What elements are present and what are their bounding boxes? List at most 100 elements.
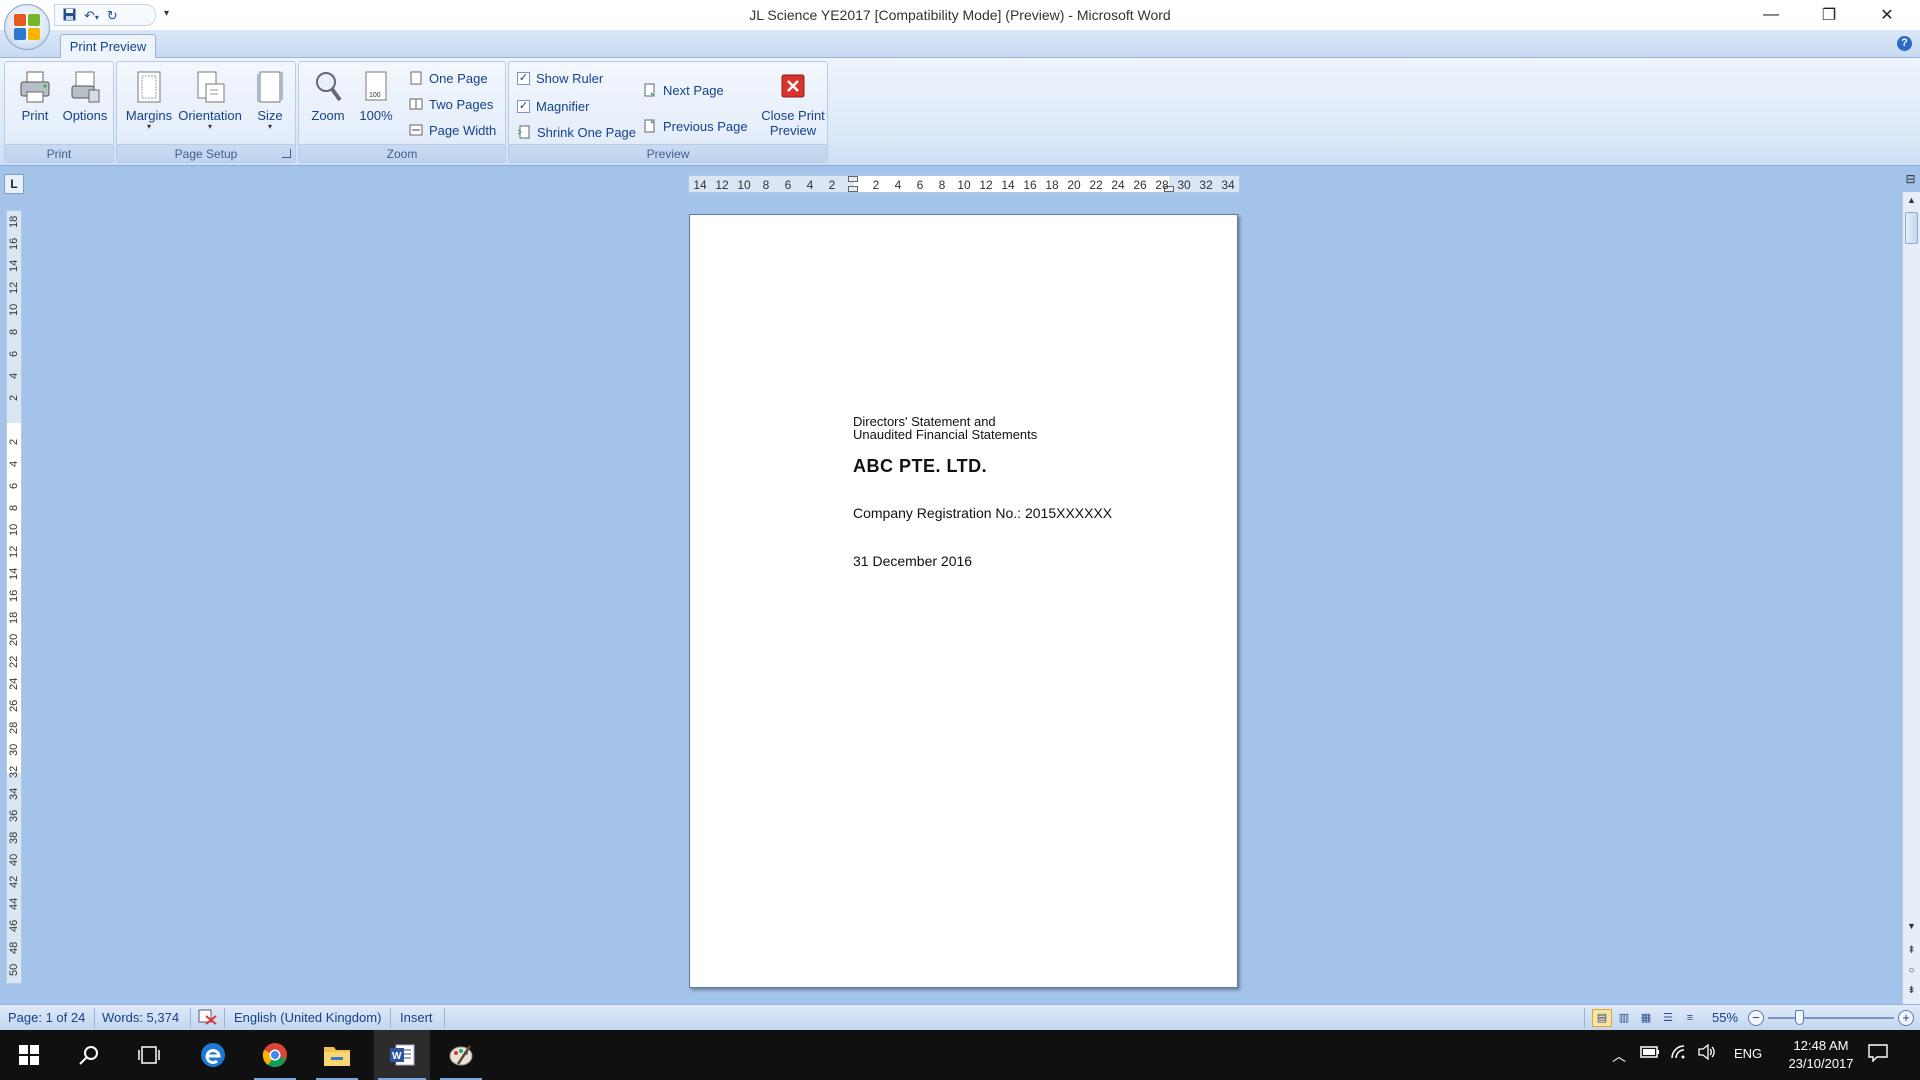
ruler-tick-label: 16 <box>1023 178 1037 192</box>
vertical-ruler-tick-label: 34 <box>8 787 20 801</box>
wifi-icon[interactable] <box>1670 1044 1688 1063</box>
word-count[interactable]: Words: 5,374 <box>102 1010 179 1025</box>
one-page-button[interactable]: One Page <box>409 68 488 88</box>
close-window-button[interactable]: ✕ <box>1858 0 1916 30</box>
web-layout-button[interactable]: ▦ <box>1636 1009 1656 1027</box>
close-print-preview-button[interactable]: Close Print Preview <box>759 68 827 140</box>
help-icon[interactable]: ? <box>1897 36 1912 51</box>
zoom-100-button[interactable]: 100 100% <box>353 68 399 140</box>
vertical-ruler-tick-label: 16 <box>8 589 20 603</box>
windows-taskbar: W ︿ ENG 12:48 AM 23/10/2017 <box>0 1030 1920 1080</box>
ribbon: Print Options Print Margins ▾ Orientatio… <box>0 58 1920 166</box>
ruler-tick-label: 12 <box>715 178 729 192</box>
print-options-button[interactable]: Options <box>57 68 113 140</box>
zoom-group-label: Zoom <box>299 144 505 162</box>
show-ruler-check-icon: ✓ <box>517 71 530 85</box>
scroll-thumb[interactable] <box>1905 212 1918 244</box>
page-count[interactable]: Page: 1 of 24 <box>8 1010 85 1025</box>
zoom-level[interactable]: 55% <box>1712 1010 1738 1025</box>
ruler-tick-label: 6 <box>916 178 924 192</box>
vertical-ruler-tick-label: 16 <box>8 237 20 251</box>
document-page[interactable]: Directors' Statement and Unaudited Finan… <box>689 214 1238 988</box>
search-button[interactable] <box>64 1030 114 1080</box>
restore-button[interactable]: ❐ <box>1800 0 1858 30</box>
first-line-indent-marker[interactable] <box>848 176 858 182</box>
previous-page-browse-icon[interactable]: ⇞ <box>1903 942 1920 960</box>
chrome-app[interactable] <box>250 1030 300 1080</box>
margins-button[interactable]: Margins ▾ <box>120 68 178 140</box>
action-center-icon[interactable] <box>1868 1044 1888 1065</box>
size-button[interactable]: Size ▾ <box>247 68 293 140</box>
shrink-one-page-button[interactable]: Shrink One Page <box>517 122 636 142</box>
zoom-out-icon[interactable]: − <box>1748 1010 1764 1026</box>
full-screen-reading-button[interactable]: ▥ <box>1614 1009 1634 1027</box>
minimize-button[interactable]: — <box>1742 0 1800 30</box>
ruler-tick-label: 26 <box>1133 178 1147 192</box>
language-indicator[interactable]: English (United Kingdom) <box>234 1010 381 1025</box>
start-button[interactable] <box>4 1030 54 1080</box>
paint-app[interactable] <box>436 1030 486 1080</box>
ruler-tick-label: 28 <box>1155 178 1169 192</box>
battery-icon[interactable] <box>1640 1045 1660 1062</box>
doc-date: 31 December 2016 <box>853 553 973 569</box>
insert-mode-indicator[interactable]: Insert <box>400 1010 433 1025</box>
show-hidden-icons-icon[interactable]: ︿ <box>1612 1046 1626 1066</box>
outline-view-button[interactable]: ☰ <box>1658 1009 1678 1027</box>
zoom-button[interactable]: Zoom <box>303 68 353 140</box>
proofing-icon[interactable] <box>198 1008 218 1029</box>
print-layout-view-button[interactable]: ▤ <box>1592 1009 1612 1027</box>
draft-view-button[interactable]: ≡ <box>1680 1009 1700 1027</box>
select-browse-object-icon[interactable]: ○ <box>1903 962 1920 980</box>
vertical-ruler-tick-label: 42 <box>8 875 20 889</box>
next-page-button[interactable]: Next Page <box>643 80 724 100</box>
print-group-label: Print <box>5 144 113 162</box>
print-button[interactable]: Print <box>7 68 63 140</box>
printer-icon <box>19 70 51 104</box>
vertical-scrollbar[interactable]: ▲ ▼ ⇞ ○ ⇟ <box>1902 192 1920 1004</box>
hanging-indent-marker[interactable] <box>848 186 858 192</box>
tab-print-preview[interactable]: Print Preview <box>60 34 156 59</box>
page-setup-group: Margins ▾ Orientation ▾ Size ▾ Page Setu… <box>116 61 296 163</box>
close-preview-icon <box>777 70 809 104</box>
preview-group-label: Preview <box>509 144 827 162</box>
vertical-ruler-tick-label: 32 <box>8 765 20 779</box>
zoom-in-icon[interactable]: + <box>1898 1010 1914 1026</box>
office-button[interactable] <box>4 4 50 50</box>
magnifier-checkbox[interactable]: ✓ Magnifier <box>517 96 589 116</box>
edge-app[interactable] <box>188 1030 238 1080</box>
vertical-ruler[interactable]: 18 16 14 12 10 8 6 4 2 2 4 6 8 10 12 14 16 18 20 22 24 26 28 30… <box>6 210 22 984</box>
ruler-tick-label: 18 <box>1045 178 1059 192</box>
vertical-ruler-tick-label: 18 <box>8 611 20 625</box>
orientation-button[interactable]: Orientation ▾ <box>173 68 247 140</box>
page-size-icon <box>254 70 286 104</box>
volume-icon[interactable] <box>1698 1043 1716 1063</box>
word-app[interactable]: W <box>374 1030 430 1080</box>
scroll-down-icon[interactable]: ▼ <box>1903 918 1920 935</box>
show-ruler-checkbox[interactable]: ✓ Show Ruler <box>517 68 603 88</box>
search-icon <box>79 1046 98 1065</box>
print-group: Print Options Print <box>4 61 114 163</box>
doc-company-name: ABC PTE. LTD. <box>853 456 988 476</box>
page-setup-launcher-icon[interactable] <box>282 149 291 158</box>
next-page-browse-icon[interactable]: ⇟ <box>1903 982 1920 1000</box>
ruler-tick-label: 32 <box>1199 178 1213 192</box>
zoom-slider-track[interactable] <box>1768 1017 1894 1019</box>
two-pages-button[interactable]: Two Pages <box>409 94 493 114</box>
zoom-slider-thumb[interactable] <box>1794 1010 1804 1025</box>
windows-logo-icon <box>19 1045 39 1065</box>
paint-palette-icon <box>449 1045 473 1066</box>
page-width-button[interactable]: Page Width <box>409 120 496 140</box>
vertical-ruler-tick-label: 2 <box>8 394 20 402</box>
scroll-up-icon[interactable]: ▲ <box>1903 192 1920 209</box>
file-explorer-app[interactable] <box>312 1030 362 1080</box>
vertical-ruler-tick-label: 36 <box>8 809 20 823</box>
view-ruler-icon[interactable]: ⊟ <box>1902 172 1919 190</box>
previous-page-button[interactable]: Previous Page <box>643 116 748 136</box>
input-language-indicator[interactable]: ENG <box>1734 1046 1762 1061</box>
horizontal-ruler[interactable]: 14 12 10 8 6 4 2 2 4 6 8 10 12 14 16 18 20 22 24 26 28 30 32 34 <box>688 175 1240 193</box>
tab-selector-button[interactable]: L <box>4 174 24 194</box>
ruler-tick-label: 10 <box>737 178 751 192</box>
task-view-button[interactable] <box>124 1030 174 1080</box>
taskbar-clock[interactable]: 12:48 AM 23/10/2017 <box>1776 1037 1866 1073</box>
orientation-icon <box>194 70 226 104</box>
